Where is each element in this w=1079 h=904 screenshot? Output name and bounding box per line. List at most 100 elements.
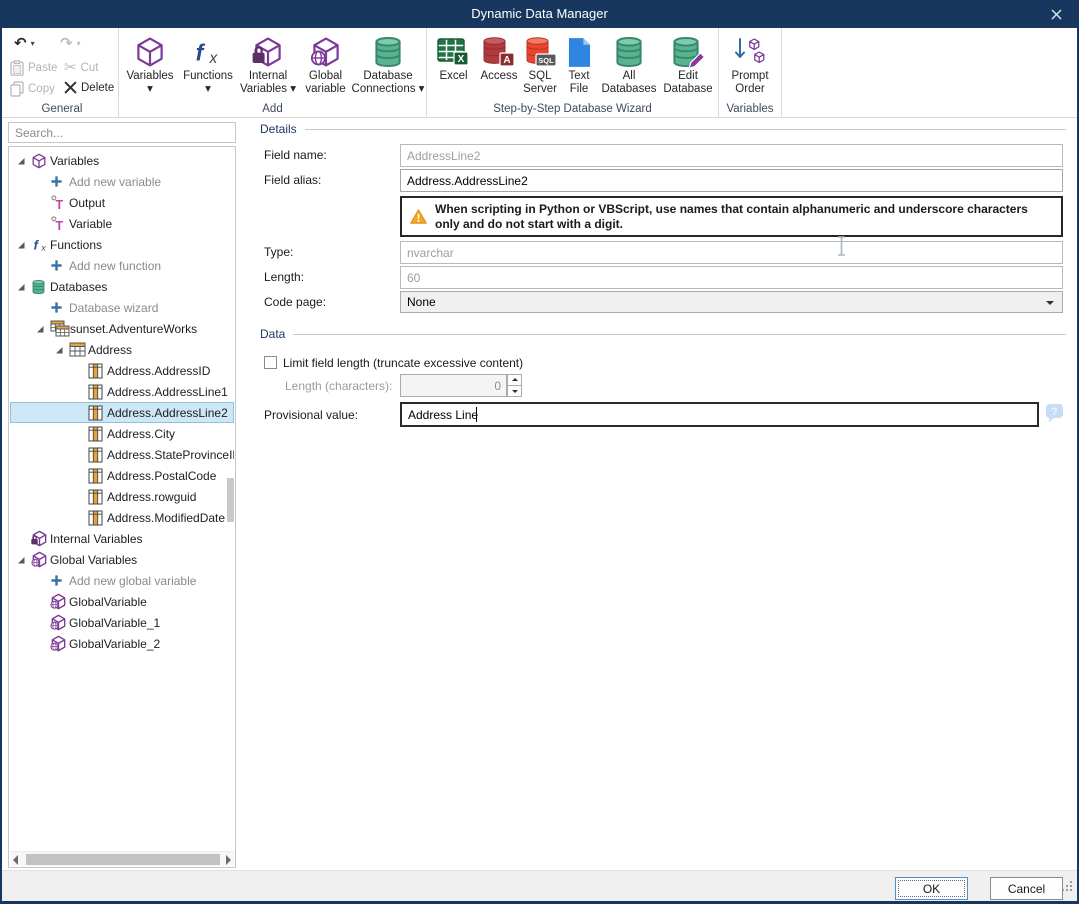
- paste-button-label: Paste: [28, 62, 57, 74]
- tree-item-label: sunset.AdventureWorks: [70, 322, 197, 336]
- tree-item-add-new-function[interactable]: Add new function: [10, 255, 234, 276]
- scroll-right-icon[interactable]: [226, 855, 231, 865]
- prompt-order-button-label: Prompt: [731, 70, 768, 83]
- tree-item-label: GlobalVariable_1: [69, 616, 160, 630]
- tree-item-label: Address.AddressLine2: [107, 406, 228, 420]
- provisional-value-input[interactable]: [400, 402, 1039, 427]
- spin-up-icon[interactable]: [507, 374, 522, 386]
- tree-expander-icon[interactable]: [54, 345, 64, 355]
- titlebar: Dynamic Data Manager: [0, 0, 1079, 28]
- database-connections-button[interactable]: DatabaseConnections ▾: [352, 30, 424, 96]
- tree-item-variable[interactable]: TVariable: [10, 213, 234, 234]
- tree-item-address-addressid[interactable]: Address.AddressID: [10, 360, 234, 381]
- tree-item-label: Output: [69, 196, 105, 210]
- global-variable-button[interactable]: Globalvariable: [299, 30, 352, 96]
- spin-down-icon[interactable]: [507, 386, 522, 397]
- tree-item-address-postalcode[interactable]: Address.PostalCode: [10, 465, 234, 486]
- functions-button[interactable]: fxFunctions▾: [179, 30, 237, 96]
- tree-item-global-variables[interactable]: Global Variables: [10, 549, 234, 570]
- tree-item-globalvariable[interactable]: GlobalVariable: [10, 591, 234, 612]
- length-characters-input[interactable]: [400, 374, 507, 397]
- column-icon: [88, 426, 103, 442]
- cancel-button[interactable]: Cancel: [990, 877, 1063, 900]
- edit-database-button[interactable]: EditDatabase: [660, 30, 716, 96]
- close-button[interactable]: [1043, 4, 1069, 24]
- tree-expander-icon[interactable]: [16, 156, 26, 166]
- tree-expander-icon[interactable]: [16, 555, 26, 565]
- svg-text:f: f: [34, 237, 40, 252]
- ribbon-group-label: Add: [119, 103, 426, 115]
- ribbon-group-label: Step-by-Step Database Wizard: [427, 103, 718, 115]
- access-button-label: Access: [480, 70, 517, 83]
- sql-server-icon: SQL: [523, 34, 557, 70]
- tree-item-globalvariable-1[interactable]: GlobalVariable_1: [10, 612, 234, 633]
- tree-item-address-city[interactable]: Address.City: [10, 423, 234, 444]
- tree-item-internal-variables[interactable]: Internal Variables: [10, 528, 234, 549]
- redo-button[interactable]: ↷▾: [60, 36, 81, 51]
- scroll-left-icon[interactable]: [13, 855, 18, 865]
- tree-expander-icon[interactable]: [16, 282, 26, 292]
- data-section-title: Data: [260, 327, 285, 341]
- tree-item-address-stateprovinceid[interactable]: Address.StateProvinceID: [10, 444, 234, 465]
- tree-item-add-new-variable[interactable]: Add new variable: [10, 171, 234, 192]
- column-icon: [88, 384, 103, 400]
- tree-item-address[interactable]: Address: [10, 339, 234, 360]
- tree-expander-icon[interactable]: [16, 240, 26, 250]
- horizontal-scrollbar-thumb[interactable]: [26, 854, 220, 865]
- cut-button[interactable]: ✂Cut: [64, 60, 98, 75]
- code-page-select[interactable]: None: [400, 291, 1063, 313]
- prompt-order-button[interactable]: PromptOrder: [721, 30, 779, 96]
- search-input[interactable]: [8, 122, 236, 143]
- variables-button[interactable]: Variables▾: [121, 30, 179, 96]
- resize-grip[interactable]: [1061, 880, 1074, 898]
- excel-button[interactable]: XExcel: [429, 30, 478, 83]
- svg-text:T: T: [56, 219, 64, 232]
- type-input[interactable]: [400, 241, 1063, 264]
- access-button[interactable]: AAccess: [478, 30, 520, 83]
- all-databases-button[interactable]: AllDatabases: [598, 30, 660, 96]
- field-alias-input[interactable]: [400, 169, 1063, 192]
- tree-item-label: Add new function: [69, 259, 161, 273]
- length-input[interactable]: [400, 266, 1063, 289]
- tree-item-database-wizard[interactable]: Database wizard: [10, 297, 234, 318]
- tree-item-globalvariable-2[interactable]: GlobalVariable_2: [10, 633, 234, 654]
- tree-item-address-addressline2[interactable]: Address.AddressLine2: [10, 402, 234, 423]
- internal-variables-button[interactable]: InternalVariables ▾: [237, 30, 299, 96]
- tree-item-sunset-adventureworks[interactable]: sunset.AdventureWorks: [10, 318, 234, 339]
- text-file-button[interactable]: TextFile: [560, 30, 598, 96]
- length-characters-stepper[interactable]: [507, 374, 522, 397]
- sql-server-button[interactable]: SQLSQLServer: [520, 30, 560, 96]
- tree-item-address-modifieddate[interactable]: Address.ModifiedDate: [10, 507, 234, 528]
- paste-button[interactable]: Paste: [10, 60, 57, 76]
- tree-item-label: Address.ModifiedDate: [107, 511, 225, 525]
- tree-item-databases[interactable]: Databases: [10, 276, 234, 297]
- delete-button[interactable]: Delete: [64, 81, 114, 94]
- table-icon: [69, 342, 86, 357]
- mouse-ibeam-cursor: [837, 236, 846, 256]
- ok-button[interactable]: OK: [895, 877, 968, 900]
- tree-item-label: Address.StateProvinceID: [107, 448, 234, 462]
- tree-item-address-rowguid[interactable]: Address.rowguid: [10, 486, 234, 507]
- vertical-scrollbar-thumb[interactable]: [227, 478, 234, 522]
- copy-button[interactable]: Copy: [10, 81, 55, 97]
- tree-item-add-new-global-variable[interactable]: Add new global variable: [10, 570, 234, 591]
- chevron-down-icon: [1046, 301, 1054, 309]
- sql-server-button-label: SQL: [528, 70, 551, 83]
- tree-expander-icon[interactable]: [35, 324, 45, 334]
- horizontal-scrollbar[interactable]: [10, 851, 234, 866]
- tree-item-label: Internal Variables: [50, 532, 143, 546]
- tree-item-address-addressline1[interactable]: Address.AddressLine1: [10, 381, 234, 402]
- warning-icon: [410, 209, 427, 224]
- limit-field-length-checkbox[interactable]: [264, 356, 277, 369]
- cube-globe-icon: [50, 614, 67, 631]
- field-name-input[interactable]: [400, 144, 1063, 167]
- help-icon[interactable]: ?: [1045, 403, 1064, 424]
- tree-item-output[interactable]: TOutput: [10, 192, 234, 213]
- cube-globe-icon: [310, 34, 342, 70]
- tree-item-functions[interactable]: fxFunctions: [10, 234, 234, 255]
- undo-button[interactable]: ↶▾: [14, 36, 35, 51]
- sql-server-button-label: Server: [523, 83, 557, 96]
- all-databases-button-label: Databases: [602, 83, 657, 96]
- tree-item-variables[interactable]: Variables: [10, 150, 234, 171]
- tree-item-label: Databases: [50, 280, 107, 294]
